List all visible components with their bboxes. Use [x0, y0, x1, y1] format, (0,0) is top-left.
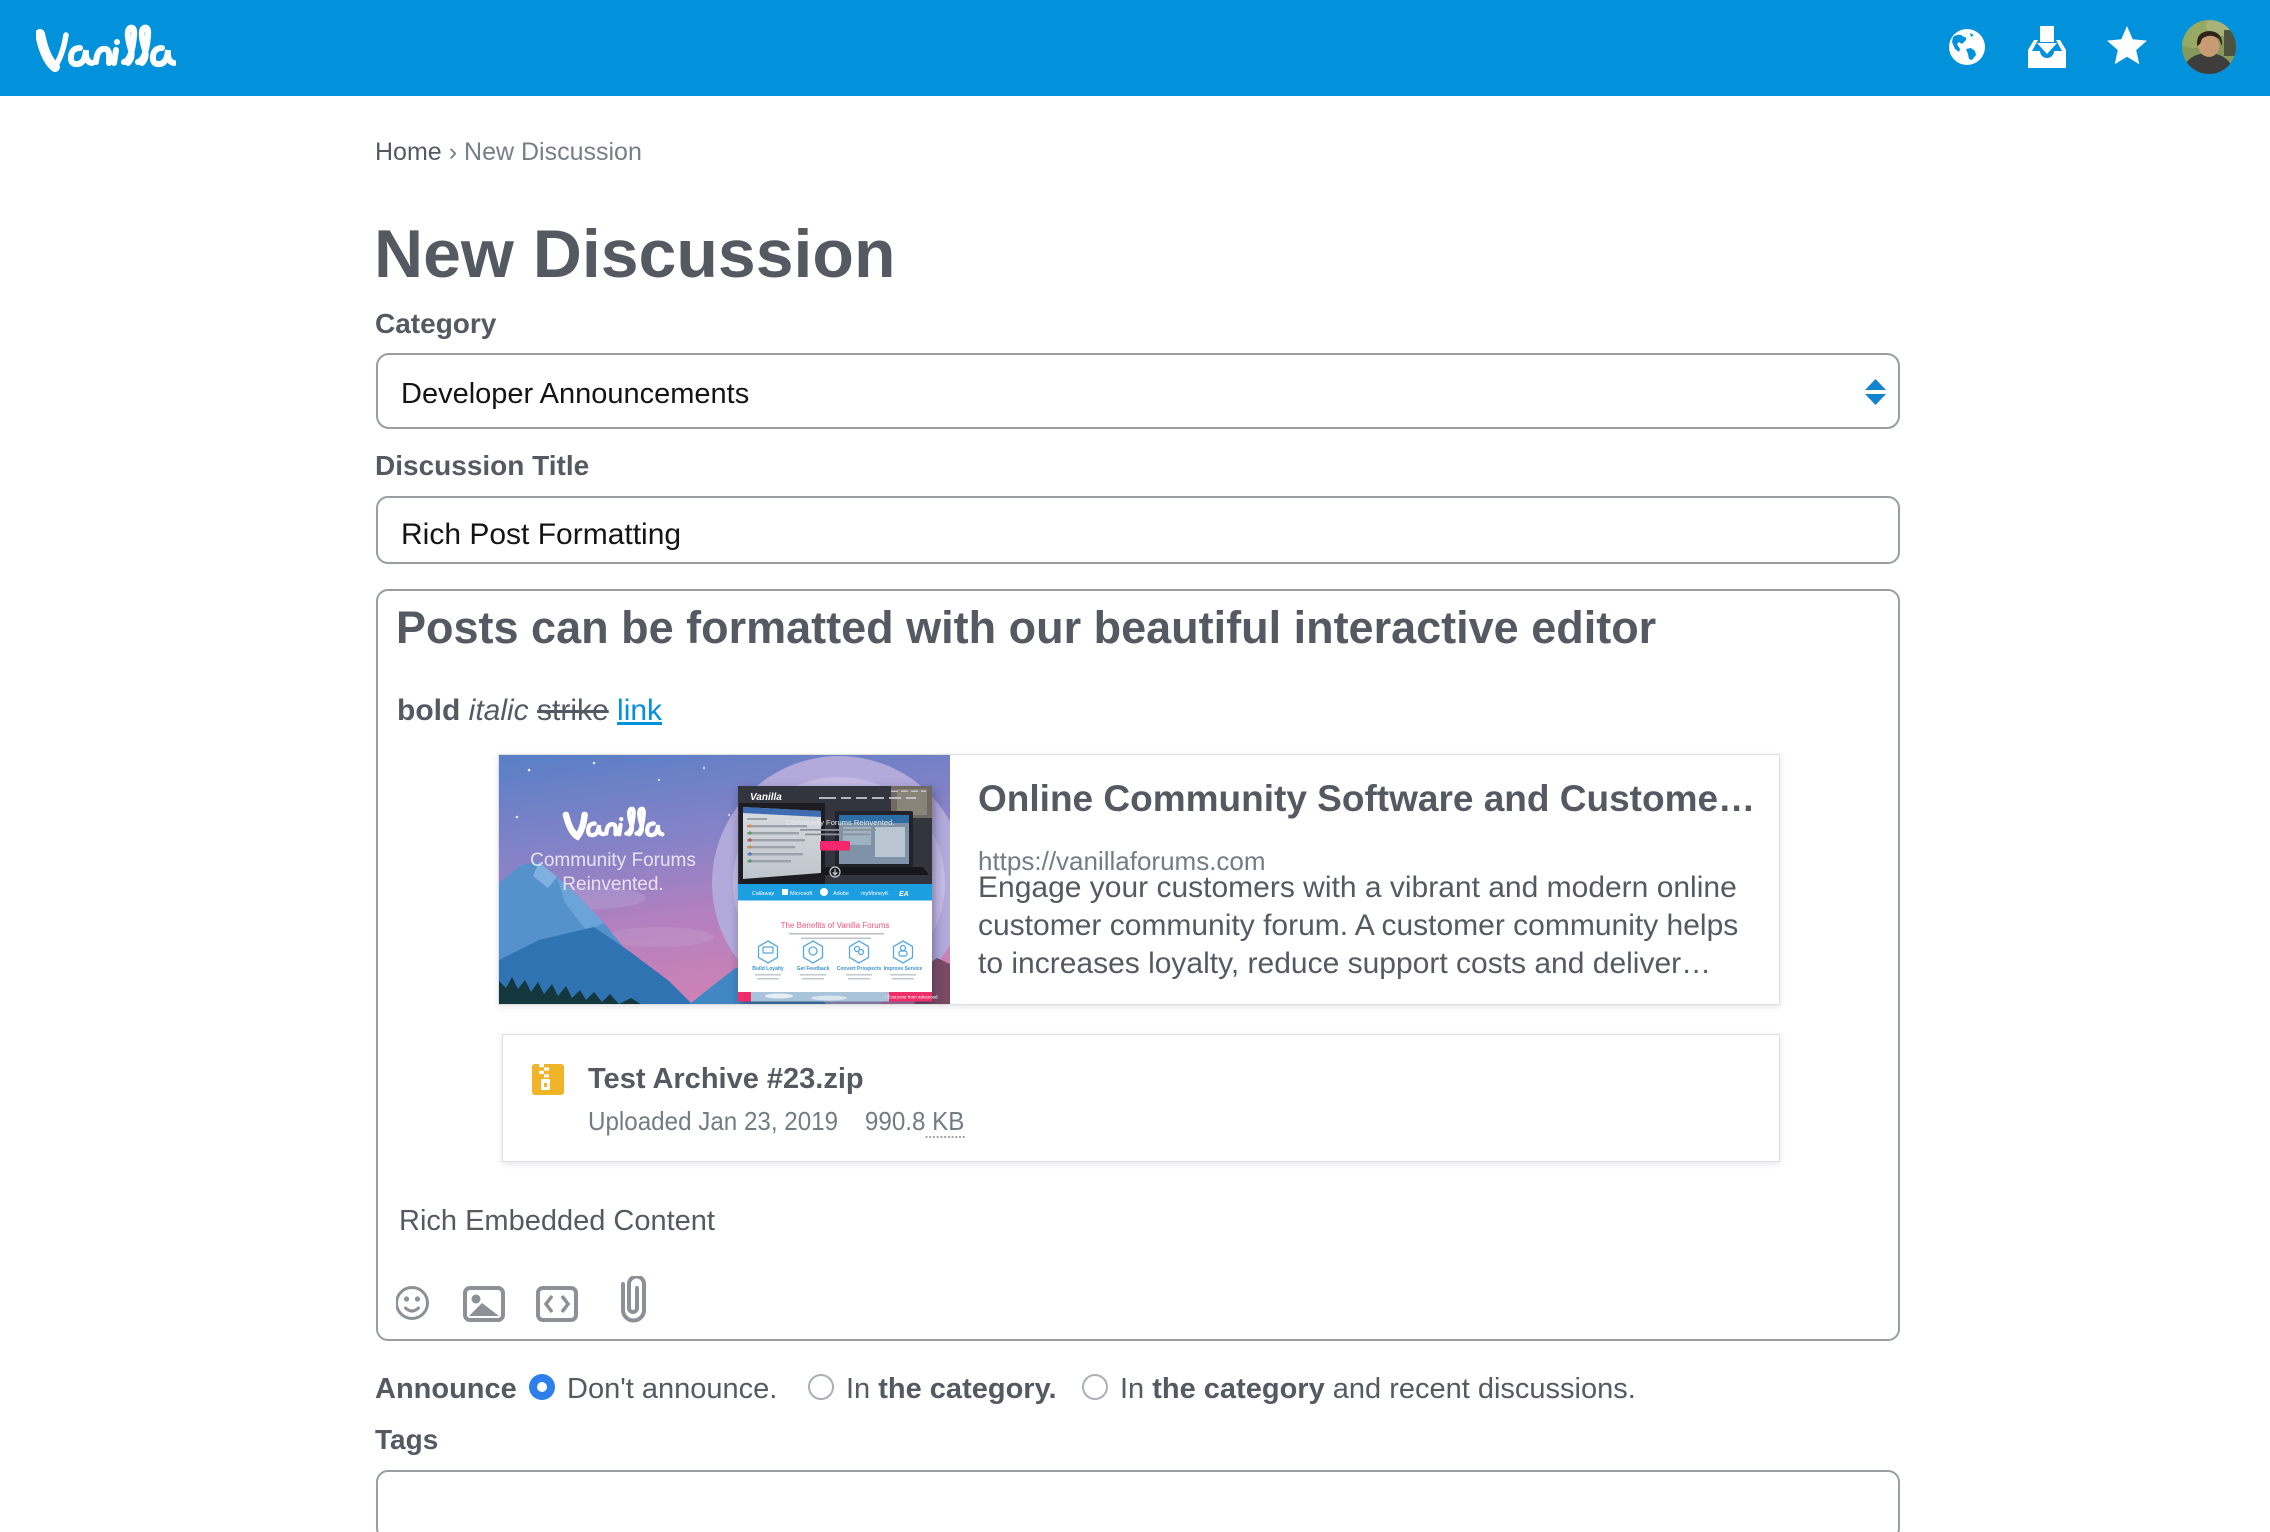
svg-text:The Benefits of Vanilla Forums: The Benefits of Vanilla Forums — [781, 921, 890, 930]
svg-text:Adobe: Adobe — [833, 891, 849, 897]
svg-text:Convert Prospects: Convert Prospects — [837, 966, 882, 972]
svg-text:Improve Service: Improve Service — [884, 966, 923, 972]
svg-text:EA: EA — [899, 891, 909, 898]
svg-text:Callaway: Callaway — [752, 891, 776, 897]
svg-text:Get Feedback: Get Feedback — [797, 966, 830, 972]
svg-text:* Everyone from advanced: * Everyone from advanced — [884, 995, 938, 1000]
svg-text:Vanilla: Vanilla — [750, 792, 782, 803]
svg-text:Microsoft: Microsoft — [790, 891, 813, 897]
svg-text:Community Forums: Community Forums — [530, 850, 696, 871]
svg-text:myMoneyK: myMoneyK — [861, 891, 889, 897]
svg-text:Reinvented.: Reinvented. — [562, 874, 663, 895]
svg-text:Community Forums Reinvented.: Community Forums Reinvented. — [786, 818, 895, 827]
svg-text:Build Loyalty: Build Loyalty — [752, 966, 784, 972]
